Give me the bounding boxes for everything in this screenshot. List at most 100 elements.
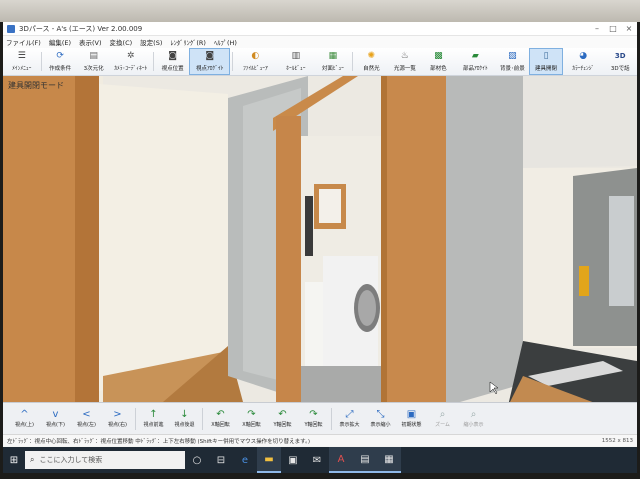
left-door[interactable] [3, 76, 75, 402]
search-icon: ⌕ [30, 455, 35, 464]
viewpoint-navigate-button[interactable]: ◙ 視点ｱﾛｹﾞｲﾄ [189, 48, 231, 75]
color-change-icon: ◕ [579, 51, 588, 61]
reset-view-icon: ▣ [406, 409, 417, 420]
3d-viewport[interactable]: 建具開閉モード [3, 76, 637, 402]
door-icon: ▯ [543, 51, 549, 61]
mode-label: 建具開閉モード [8, 81, 64, 90]
3d-render[interactable] [3, 76, 637, 402]
toolbar-divider [351, 52, 353, 71]
menu-rendering[interactable]: ﾚﾝﾀﾞﾘﾝｸﾞ(R) [170, 37, 206, 47]
status-bar: 左ﾄﾞﾗｯｸﾞ：視点中心回転、右ﾄﾞﾗｯｸﾞ：視点位置移動 中ﾄﾞﾗｯｸﾞ：上下… [3, 434, 637, 446]
mail-icon[interactable]: ✉ [305, 447, 329, 473]
menu-bar: ファイル(F) 編集(E) 表示(V) 変換(C) 設定(S) ﾚﾝﾀﾞﾘﾝｸﾞ… [3, 36, 637, 48]
app-b-icon[interactable]: ▤ [353, 447, 377, 473]
app-a-icon[interactable]: A [329, 447, 353, 473]
arrow-right-icon: > [113, 409, 122, 420]
view-left-button[interactable]: < 視点(左) [71, 409, 102, 428]
app-icon [7, 24, 15, 33]
cube-icon: ▤ [89, 51, 98, 61]
door-frame-left [276, 116, 301, 402]
status-hint: 左ﾄﾞﾗｯｸﾞ：視点中心回転、右ﾄﾞﾗｯｸﾞ：視点位置移動 中ﾄﾞﾗｯｸﾞ：上下… [7, 438, 310, 445]
parts-button[interactable]: ▰ 部品ｱﾛｹｲﾄ [455, 48, 496, 75]
toolbar: ☰ ﾒｲﾝﾒﾆｭｰ ⟳ 作成条件 ▤ 3次元化 ✲ ｶﾒﾗ･ｺｰﾃﾞｨﾈｰﾄ ◙ 視点位置… [3, 48, 637, 76]
zoom-in-button[interactable]: ⤢ 表示拡大 [334, 409, 365, 428]
menu-file[interactable]: ファイル(F) [6, 37, 41, 47]
menu-icon: ☰ [17, 51, 26, 61]
explorer-icon[interactable]: e [233, 447, 257, 473]
viewpoint-position-button[interactable]: ◙ 視点位置 [156, 48, 190, 75]
3d-pers-icon[interactable]: ▦ [377, 447, 401, 473]
file-viewer-icon: ◐ [251, 51, 260, 61]
task-view-icon[interactable]: ○ [185, 447, 209, 473]
reset-view-button[interactable]: ▣ 初期状態 [396, 409, 427, 428]
minimize-icon[interactable]: – [589, 24, 605, 33]
natural-light-button[interactable]: ✺ 自然光 [355, 48, 389, 75]
toolbar-divider [152, 52, 154, 71]
move-forward-button[interactable]: ↑ 視点前進 [138, 409, 169, 428]
shrink-button[interactable]: ⌕ 縮小表示 [458, 409, 489, 428]
rotate-x-reverse-icon: ↷ [247, 409, 256, 420]
menu-convert[interactable]: 変換(C) [110, 37, 133, 47]
title-bar: 3Dパース - A's (エース) Ver 2.00.009 – □ × [3, 22, 637, 36]
store-icon[interactable]: ▣ [281, 447, 305, 473]
move-back-icon: ↓ [180, 409, 189, 420]
nav-divider [331, 407, 332, 430]
move-back-button[interactable]: ↓ 視点後退 [169, 409, 200, 428]
nav-divider [135, 407, 136, 430]
rotate-x-icon: ↶ [216, 409, 225, 420]
rotate-x-reverse-button[interactable]: ↷ X軸回転 [236, 409, 267, 428]
folder-icon[interactable]: ▬ [257, 447, 281, 473]
monitor-bezel [0, 0, 640, 22]
edge-icon[interactable]: ⊟ [209, 447, 233, 473]
view-right-button[interactable]: > 視点(右) [102, 409, 133, 428]
rotate-y-button[interactable]: ↶ Y軸回転 [267, 409, 298, 428]
right-door[interactable] [381, 76, 446, 402]
taskbar-search-placeholder: ここに入力して検索 [39, 456, 103, 464]
zoom-icon: ⌕ [439, 409, 446, 420]
3d-talk-button[interactable]: 3D 3Dで話 [604, 48, 638, 75]
zoom-in-icon: ⤢ [345, 409, 354, 420]
menu-edit[interactable]: 編集(E) [49, 37, 71, 47]
menu-view[interactable]: 表示(V) [79, 37, 102, 47]
hall-view-button[interactable]: ▥ ﾎｰﾙﾋﾞｭｰ [276, 48, 317, 75]
zoom-button[interactable]: ⌕ ズーム [427, 409, 458, 428]
rotate-y-reverse-button[interactable]: ↷ Y軸回転 [298, 409, 329, 428]
make-3d-button[interactable]: ▤ 3次元化 [77, 48, 111, 75]
color-change-button[interactable]: ◕ ｶﾗｰﾁｪﾝｼﾞ [563, 48, 604, 75]
rotate-x-button[interactable]: ↶ X軸回転 [205, 409, 236, 428]
view-down-button[interactable]: v 視点(下) [40, 409, 71, 428]
view-up-button[interactable]: ^ 視点(上) [9, 409, 40, 428]
light-list-button[interactable]: ♨ 光源一覧 [388, 48, 422, 75]
background-button[interactable]: ▧ 背景･前景 [496, 48, 530, 75]
windows-start-icon[interactable]: ⊞ [3, 455, 25, 466]
menu-settings[interactable]: 設定(S) [140, 37, 162, 47]
close-icon[interactable]: × [621, 24, 637, 33]
maximize-icon[interactable]: □ [605, 24, 621, 33]
camera-coordinate-button[interactable]: ✲ ｶﾒﾗ･ｺｰﾃﾞｨﾈｰﾄ [110, 48, 151, 75]
hall-view-icon: ▥ [291, 51, 301, 61]
menu-help[interactable]: ﾍﾙﾌﾟ(H) [214, 37, 237, 47]
viewpoint-icon: ◙ [205, 51, 215, 61]
move-forward-icon: ↑ [149, 409, 158, 420]
3d-talk-icon: 3D [614, 52, 626, 60]
facing-view-icon: ▦ [328, 51, 338, 61]
app-screen: 3Dパース - A's (エース) Ver 2.00.009 – □ × ファイ… [3, 22, 637, 473]
facing-view-button[interactable]: ▦ 対面ﾋﾞｭｰ [316, 48, 350, 75]
door-open-close-button[interactable]: ▯ 建具開閉 [529, 48, 563, 75]
toolbar-divider [232, 52, 234, 71]
file-viewer-button[interactable]: ◐ ﾌｧｲﾙﾋﾞｭｰｱ [235, 48, 276, 75]
camera-coordinate-icon: ✲ [126, 51, 135, 61]
zoom-out-button[interactable]: ⤡ 表示縮小 [365, 409, 396, 428]
taskbar-search-input[interactable]: ⌕ ここに入力して検索 [25, 451, 185, 469]
camera-icon: ◙ [168, 51, 177, 61]
material-color-button[interactable]: ▩ 部材色 [422, 48, 456, 75]
rotate-y-reverse-icon: ↷ [309, 409, 318, 420]
parts-icon: ▰ [471, 51, 479, 61]
nav-divider [202, 407, 203, 430]
zoom-out-icon: ⤡ [376, 409, 385, 420]
main-menu-button[interactable]: ☰ ﾒｲﾝﾒﾆｭｰ [5, 48, 39, 75]
background-icon: ▧ [508, 51, 517, 61]
toolbar-divider [40, 52, 42, 71]
create-conditions-button[interactable]: ⟳ 作成条件 [43, 48, 77, 75]
rotate-y-icon: ↶ [278, 409, 287, 420]
